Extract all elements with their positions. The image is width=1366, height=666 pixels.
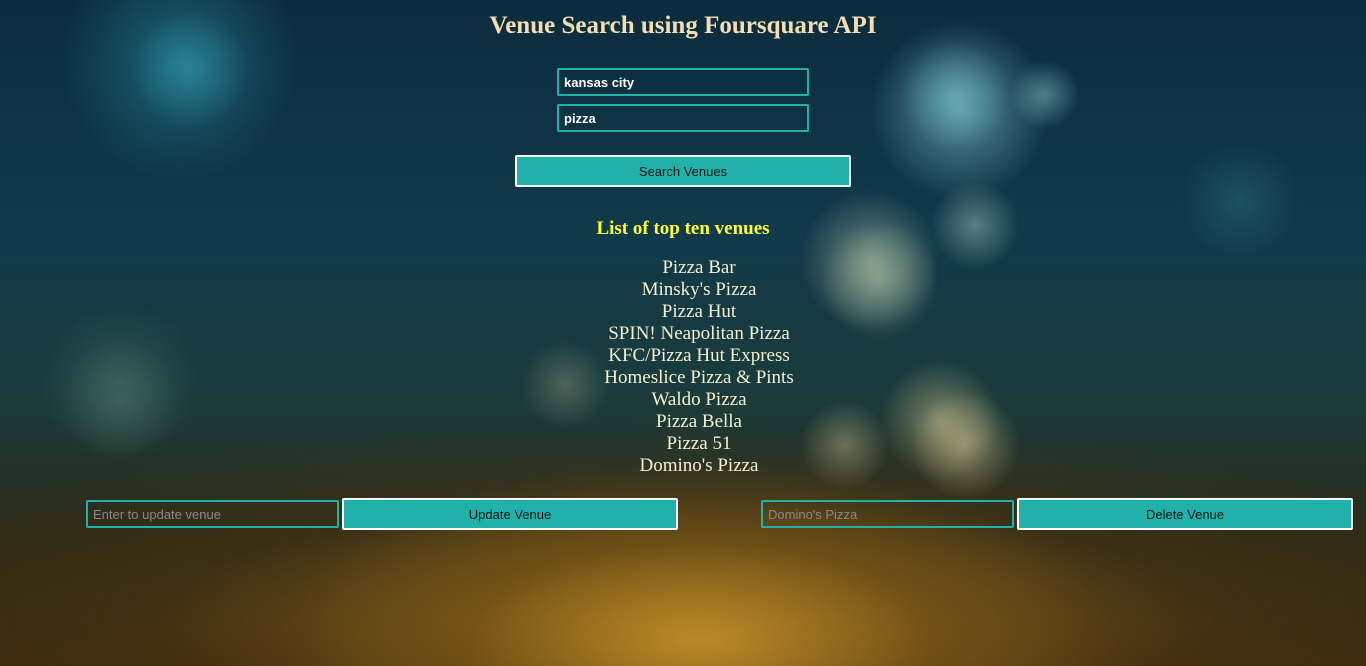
venue-item: Pizza Bella [656, 411, 742, 432]
city-input[interactable] [557, 68, 809, 96]
update-venue-button[interactable]: Update Venue [342, 498, 678, 530]
venue-item: SPIN! Neapolitan Pizza [608, 323, 790, 344]
venue-item: Minsky's Pizza [641, 279, 757, 300]
delete-venue-input[interactable] [761, 500, 1014, 528]
query-input[interactable] [557, 104, 809, 132]
venue-item: Waldo Pizza [651, 389, 747, 410]
update-venue-input[interactable] [86, 500, 339, 528]
venue-list-heading: List of top ten venues [596, 218, 770, 239]
venue-item: Homeslice Pizza & Pints [604, 367, 794, 388]
background-bokeh [900, 40, 1010, 150]
venue-item: Domino's Pizza [639, 455, 759, 476]
background-bokeh [1180, 140, 1300, 260]
venue-item: Pizza Bar [662, 257, 736, 278]
search-venues-button[interactable]: Search Venues [515, 155, 851, 187]
delete-venue-button[interactable]: Delete Venue [1017, 498, 1353, 530]
venue-item: Pizza 51 [666, 433, 732, 454]
venue-item: Pizza Hut [661, 301, 737, 322]
venue-list: Pizza Bar Minsky's Pizza Pizza Hut SPIN!… [0, 257, 1366, 477]
page-title: Venue Search using Foursquare API [489, 12, 877, 39]
background-bokeh [1010, 60, 1080, 130]
venue-item: KFC/Pizza Hut Express [608, 345, 790, 366]
